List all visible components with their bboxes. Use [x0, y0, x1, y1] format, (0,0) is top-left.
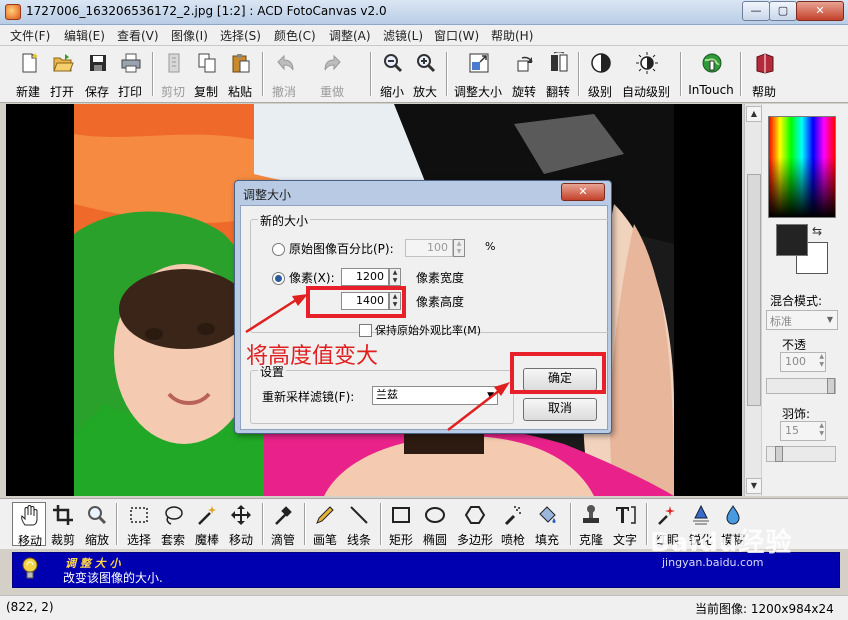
- arrow-to-ok: [447, 389, 501, 431]
- annotation-text: 将高度值变大: [246, 344, 379, 369]
- watermark-logo: Baidu经验: [650, 528, 793, 558]
- arrow-to-height: [245, 298, 297, 334]
- watermark-url: jingyan.baidu.com: [662, 556, 764, 569]
